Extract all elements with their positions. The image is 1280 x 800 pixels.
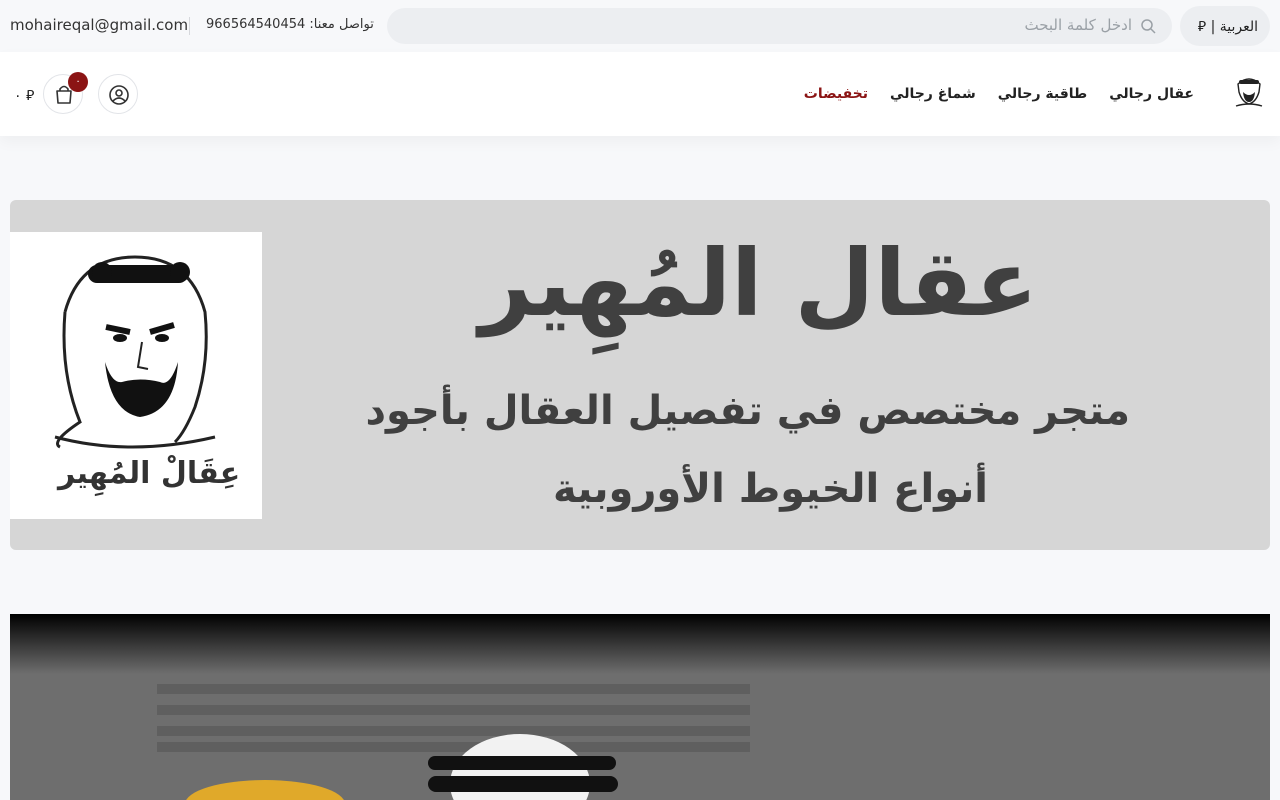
store-logo[interactable] xyxy=(1232,72,1266,108)
nav-item-taqiya[interactable]: طاقية رجالي xyxy=(998,86,1088,102)
nav-item-aqal[interactable]: عقال رجالي xyxy=(1109,86,1194,102)
banner-subtitle-line2: أنواع الخيوط الأوروبية xyxy=(552,466,988,512)
promo-video[interactable] xyxy=(10,614,1270,800)
language-selector[interactable]: العربية | ⃁ xyxy=(1180,6,1270,46)
video-frame xyxy=(10,614,1270,800)
divider xyxy=(189,17,190,35)
banner-logo-caption: عِقَالْ المُهِير xyxy=(58,456,241,491)
hero-banner[interactable]: عِقَالْ المُهِير عقال المُهِير متجر مختص… xyxy=(10,200,1270,550)
language-label: العربية | ⃁ xyxy=(1197,19,1258,35)
search-input[interactable]: ادخل كلمة البحث xyxy=(387,8,1172,44)
main-nav: عقال رجالي طاقية رجالي شماغ رجالي تخفيضا… xyxy=(804,86,1194,102)
cart-total: ٠ ⃁ xyxy=(14,88,35,104)
main-header: عقال رجالي طاقية رجالي شماغ رجالي تخفيضا… xyxy=(0,52,1280,136)
nav-item-shimagh[interactable]: شماغ رجالي xyxy=(890,86,976,102)
account-button[interactable] xyxy=(98,74,138,114)
search-placeholder: ادخل كلمة البحث xyxy=(1024,16,1132,34)
banner-title: عقال المُهِير xyxy=(479,230,1038,337)
nav-item-sale[interactable]: تخفيضات xyxy=(804,86,868,102)
cart-count-badge: ٠ xyxy=(68,72,88,92)
top-bar: mohaireqal@gmail.com تواصل معنا: 9665645… xyxy=(0,0,1280,52)
user-icon xyxy=(109,85,129,105)
search-icon xyxy=(1141,19,1156,34)
contact-phone[interactable]: تواصل معنا: 966564540454 xyxy=(206,17,374,32)
banner-logo-image: عِقَالْ المُهِير xyxy=(10,232,262,519)
contact-email[interactable]: mohaireqal@gmail.com xyxy=(10,16,188,34)
banner-subtitle-line1: متجر مختصص في تفصيل العقال بأجود xyxy=(365,388,1130,434)
